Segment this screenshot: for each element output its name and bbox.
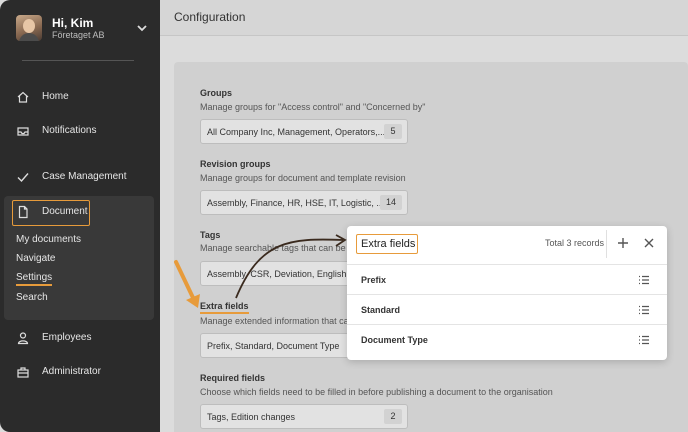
popup-row-label: Document Type [361,335,428,345]
extra-fields-value: Prefix, Standard, Document Type [207,341,340,351]
section-desc-tags: Manage searchable tags that can be e [200,243,354,253]
sidebar-item-label: Notifications [42,125,97,136]
required-fields-field[interactable]: Tags, Edition changes 2 [200,404,408,429]
sidebar-item-label: Administrator [42,366,101,377]
popup-row-prefix[interactable]: Prefix [347,264,667,294]
section-title-required-fields: Required fields [200,373,266,383]
list-icon[interactable] [638,304,650,316]
popup-header-divider [606,230,607,258]
tags-field[interactable]: Assembly, CSR, Deviation, English, E [200,261,360,286]
revision-groups-field[interactable]: Assembly, Finance, HR, HSE, IT, Logistic… [200,190,408,215]
extra-fields-popup: Extra fields Total 3 records Prefix Stan… [347,226,667,360]
user-greeting: Hi, Kim [52,16,94,30]
sidebar-item-administrator[interactable]: Administrator [0,360,160,384]
sidebar-item-case-management[interactable]: Case Management [0,165,160,189]
page-header: Configuration [160,0,688,36]
popup-row-label: Prefix [361,275,387,285]
submenu-settings[interactable]: Settings [16,272,53,286]
home-icon [17,91,29,103]
extra-fields-label: Extra fields [200,301,249,314]
sidebar-item-label: Document [42,206,88,217]
user-company: Företaget AB [52,30,105,40]
section-desc-required-fields: Choose which fields need to be filled in… [200,387,553,397]
tags-value: Assembly, CSR, Deviation, English, E [207,269,358,279]
section-title-tags: Tags [200,230,221,240]
popup-row-document-type[interactable]: Document Type [347,324,667,354]
section-desc-revision-groups: Manage groups for document and template … [200,173,406,183]
submenu-my-documents[interactable]: My documents [16,234,81,245]
sidebar-item-label: Employees [42,332,92,343]
user-icon [17,332,29,345]
sidebar: Hi, Kim Företaget AB Home Notifications … [0,0,160,432]
list-icon[interactable] [638,274,650,286]
sidebar-item-document[interactable]: Document [0,200,160,224]
close-icon[interactable] [642,236,656,250]
sidebar-item-notifications[interactable]: Notifications [0,119,160,143]
sidebar-item-label: Home [42,91,69,102]
section-desc-groups: Manage groups for "Access control" and "… [200,102,426,112]
popup-row-label: Standard [361,305,401,315]
revision-groups-value: Assembly, Finance, HR, HSE, IT, Logistic… [207,198,384,208]
inbox-icon [17,127,29,136]
submenu-search[interactable]: Search [16,292,48,303]
groups-value: All Company Inc, Management, Operators,.… [207,127,386,137]
extra-fields-field[interactable]: Prefix, Standard, Document Type [200,333,360,358]
briefcase-icon [17,367,29,378]
check-icon [17,173,29,183]
sidebar-item-home[interactable]: Home [0,85,160,109]
submenu-navigate[interactable]: Navigate [16,253,55,264]
chevron-down-icon[interactable] [136,22,148,34]
popup-total-records: Total 3 records [545,238,605,248]
plus-icon[interactable] [616,236,630,250]
list-icon[interactable] [638,334,650,346]
page-title: Configuration [174,10,246,24]
popup-title: Extra fields [356,234,418,254]
document-icon [18,205,28,219]
groups-count-badge: 5 [384,124,402,139]
groups-field[interactable]: All Company Inc, Management, Operators,.… [200,119,408,144]
section-title-extra-fields: Extra fields [200,301,249,314]
required-fields-count-badge: 2 [384,409,402,424]
required-fields-value: Tags, Edition changes [207,412,296,422]
user-menu[interactable]: Hi, Kim Företaget AB [14,14,154,44]
section-title-revision-groups: Revision groups [200,159,271,169]
section-title-groups: Groups [200,88,233,98]
revision-groups-count-badge: 14 [380,195,402,210]
sidebar-item-label: Case Management [42,171,127,182]
section-desc-extra-fields: Manage extended information that ca [200,316,349,326]
popup-row-standard[interactable]: Standard [347,294,667,324]
sidebar-divider [22,60,134,61]
sidebar-item-employees[interactable]: Employees [0,326,160,350]
avatar [16,15,42,41]
